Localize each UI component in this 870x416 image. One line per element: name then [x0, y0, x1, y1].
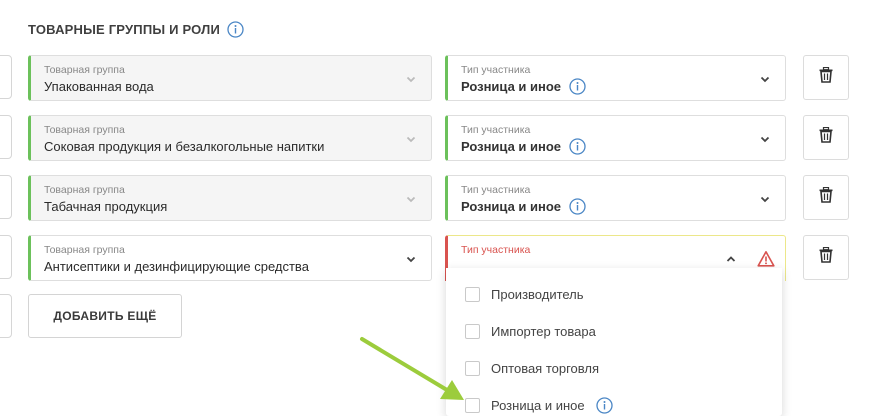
- delete-row-button[interactable]: [803, 115, 849, 160]
- info-icon[interactable]: [596, 397, 613, 414]
- option-label: Импортер товара: [491, 324, 596, 339]
- product-group-label: Товарная группа: [44, 184, 125, 196]
- participant-type-select[interactable]: Тип участника Розница и иное: [445, 55, 786, 101]
- checkbox[interactable]: [465, 287, 480, 302]
- row-left-control[interactable]: [0, 175, 12, 219]
- participant-type-label: Тип участника: [461, 64, 531, 76]
- trash-icon: [819, 186, 833, 208]
- product-group-value: Упакованная вода: [44, 79, 154, 94]
- option-label: Розница и иное: [491, 398, 585, 413]
- option-label: Производитель: [491, 287, 584, 302]
- participant-type-select[interactable]: Тип участника Розница и иное: [445, 175, 786, 221]
- row-left-control[interactable]: [0, 115, 12, 159]
- warning-icon: [757, 250, 775, 268]
- participant-type-select[interactable]: Тип участника Розница и иное: [445, 115, 786, 161]
- info-icon[interactable]: [227, 20, 244, 38]
- product-group-value: Табачная продукция: [44, 199, 168, 214]
- product-group-value: Соковая продукция и безалкогольные напит…: [44, 139, 325, 154]
- chevron-down-icon: [759, 193, 771, 205]
- chevron-down-icon: [759, 73, 771, 85]
- chevron-down-icon: [405, 253, 417, 265]
- trash-icon: [819, 66, 833, 88]
- participant-type-value: Розница и иное: [461, 79, 562, 94]
- participant-type-value-wrap: Розница и иное: [461, 138, 586, 155]
- product-group-select[interactable]: Товарная группа Табачная продукция: [28, 175, 432, 221]
- participant-type-value: Розница и иное: [461, 199, 562, 214]
- product-group-select[interactable]: Товарная группа Упакованная вода: [28, 55, 432, 101]
- row-left-control[interactable]: [0, 55, 12, 99]
- product-group-value: Антисептики и дезинфицирующие средства: [44, 259, 309, 274]
- checkbox[interactable]: [465, 398, 480, 413]
- participant-type-dropdown: Производитель Импортер товара Оптовая то…: [446, 268, 782, 416]
- option-label: Оптовая торговля: [491, 361, 600, 376]
- delete-row-button[interactable]: [803, 55, 849, 100]
- dropdown-option-retail[interactable]: Розница и иное: [446, 387, 782, 416]
- product-group-label: Товарная группа: [44, 244, 125, 256]
- dropdown-option-importer[interactable]: Импортер товара: [446, 313, 782, 350]
- section-title: ТОВАРНЫЕ ГРУППЫ И РОЛИ: [28, 19, 244, 39]
- chevron-down-icon: [405, 73, 417, 85]
- delete-row-button[interactable]: [803, 175, 849, 220]
- participant-type-label: Тип участника: [461, 124, 531, 136]
- dropdown-option-wholesale[interactable]: Оптовая торговля: [446, 350, 782, 387]
- chevron-down-icon: [759, 133, 771, 145]
- participant-type-value-wrap: Розница и иное: [461, 198, 586, 215]
- dropdown-option-producer[interactable]: Производитель: [446, 276, 782, 313]
- participant-type-label: Тип участника: [461, 244, 531, 256]
- row-left-control[interactable]: [0, 235, 12, 279]
- product-group-select[interactable]: Товарная группа Соковая продукция и беза…: [28, 115, 432, 161]
- info-icon[interactable]: [569, 198, 586, 215]
- chevron-down-icon: [405, 193, 417, 205]
- participant-type-label: Тип участника: [461, 184, 531, 196]
- participant-type-value-wrap: Розница и иное: [461, 78, 586, 95]
- chevron-down-icon: [405, 133, 417, 145]
- product-group-select[interactable]: Товарная группа Антисептики и дезинфицир…: [28, 235, 432, 281]
- info-icon[interactable]: [569, 78, 586, 95]
- product-group-label: Товарная группа: [44, 124, 125, 136]
- info-icon[interactable]: [569, 138, 586, 155]
- add-more-button[interactable]: ДОБАВИТЬ ЕЩЁ: [28, 294, 182, 338]
- participant-type-value: Розница и иное: [461, 139, 562, 154]
- delete-row-button[interactable]: [803, 235, 849, 280]
- trash-icon: [819, 246, 833, 268]
- checkbox[interactable]: [465, 324, 480, 339]
- checkbox[interactable]: [465, 361, 480, 376]
- trash-icon: [819, 126, 833, 148]
- chevron-up-icon: [725, 253, 737, 265]
- product-group-label: Товарная группа: [44, 64, 125, 76]
- section-title-text: ТОВАРНЫЕ ГРУППЫ И РОЛИ: [28, 21, 221, 37]
- row-left-control[interactable]: [0, 294, 12, 338]
